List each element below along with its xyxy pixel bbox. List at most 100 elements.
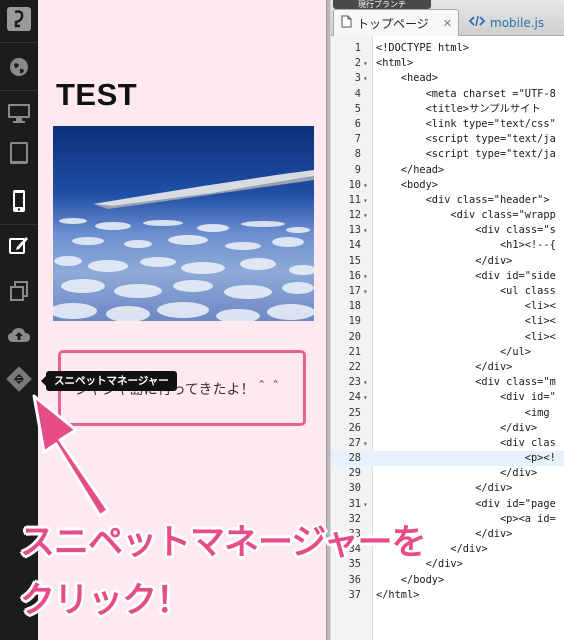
code-text: <!DOCTYPE html> bbox=[376, 42, 469, 54]
line-number: 10 bbox=[348, 178, 361, 191]
code-line[interactable]: 4 <meta charset ="UTF-8 bbox=[331, 87, 564, 102]
code-text: <li>< bbox=[376, 315, 556, 328]
code-text: <div class="wrapp bbox=[376, 209, 556, 222]
line-number: 8 bbox=[354, 148, 361, 161]
line-number: 7 bbox=[354, 133, 361, 146]
code-line[interactable]: 22 </div> bbox=[331, 360, 564, 375]
fold-toggle-icon[interactable]: ▾ bbox=[363, 269, 371, 284]
code-line[interactable]: 10 ▾ <body> bbox=[331, 178, 564, 193]
code-line[interactable]: 8 <script type="text/ja bbox=[331, 147, 564, 162]
code-line[interactable]: 19 <li>< bbox=[331, 314, 564, 329]
code-line[interactable]: 9 </head> bbox=[331, 163, 564, 178]
code-line[interactable]: 6 <link type="text/css" bbox=[331, 117, 564, 132]
pages-icon[interactable] bbox=[0, 272, 38, 310]
code-text: </div> bbox=[376, 467, 538, 480]
snippet-manager-icon[interactable] bbox=[0, 360, 38, 398]
fold-toggle-icon[interactable]: ▾ bbox=[363, 193, 371, 208]
code-line[interactable]: 20 <li>< bbox=[331, 330, 564, 345]
fold-toggle-icon[interactable]: ▾ bbox=[363, 71, 371, 86]
code-text: </body> bbox=[376, 573, 445, 586]
code-text: </div> bbox=[376, 421, 538, 434]
logo-icon[interactable] bbox=[0, 0, 38, 38]
code-line[interactable]: 7 <script type="text/ja bbox=[331, 132, 564, 147]
code-text: <div id=" bbox=[376, 391, 556, 404]
desktop-icon[interactable] bbox=[0, 94, 38, 132]
fold-toggle-icon[interactable]: ▾ bbox=[363, 178, 371, 193]
code-text: </head> bbox=[376, 163, 445, 176]
code-text: <html> bbox=[376, 57, 414, 70]
snippet-manager-tooltip: スニペットマネージャー bbox=[41, 371, 177, 391]
tab-top-page[interactable]: トップページ ✕ bbox=[333, 9, 459, 36]
code-line[interactable]: 28 <p><! bbox=[331, 451, 564, 467]
code-line[interactable]: 31 ▾ <div id="page bbox=[331, 497, 564, 512]
line-number: 18 bbox=[348, 300, 361, 313]
code-line[interactable]: 30 </div> bbox=[331, 481, 564, 496]
code-text: <div class="header"> bbox=[376, 193, 550, 206]
airplane-wing-photo bbox=[53, 126, 314, 321]
code-line[interactable]: 16 ▾ <div id="side bbox=[331, 269, 564, 284]
code-line[interactable]: 27 ▾ <div clas bbox=[331, 436, 564, 451]
code-line[interactable]: 3 ▾ <head> bbox=[331, 71, 564, 86]
edit-icon[interactable] bbox=[0, 226, 38, 264]
code-text: <head> bbox=[376, 72, 438, 85]
code-line[interactable]: 17 ▾ <ul class bbox=[331, 284, 564, 299]
tab-mobile-js[interactable]: mobile.js bbox=[465, 9, 564, 36]
code-line[interactable]: 13 ▾ <div class="s bbox=[331, 223, 564, 238]
code-line[interactable]: 23 ▾ <div class="m bbox=[331, 375, 564, 390]
code-text: <div clas bbox=[376, 436, 556, 449]
code-line[interactable]: 5 <title>サンプルサイト bbox=[331, 102, 564, 117]
code-line[interactable]: 26 </div> bbox=[331, 421, 564, 436]
fold-toggle-icon[interactable]: ▾ bbox=[363, 436, 371, 451]
line-number: 36 bbox=[348, 573, 361, 586]
editor-tab-strip: 現行ブランチ トップページ ✕ mobile.js bbox=[331, 0, 564, 36]
code-text: <link type="text/css" bbox=[376, 117, 556, 130]
code-line[interactable]: 21 </ul> bbox=[331, 345, 564, 360]
code-text: <script type="text/ja bbox=[376, 133, 556, 146]
line-number: 6 bbox=[354, 117, 361, 130]
line-number: 15 bbox=[348, 254, 361, 267]
fold-toggle-icon[interactable]: ▾ bbox=[363, 208, 371, 223]
code-line[interactable]: 29 </div> bbox=[331, 466, 564, 481]
line-number: 26 bbox=[348, 421, 361, 434]
code-line[interactable]: 25 <img bbox=[331, 406, 564, 421]
code-line[interactable]: 24 ▾ <div id=" bbox=[331, 390, 564, 405]
code-line[interactable]: 36 </body> bbox=[331, 573, 564, 588]
fold-toggle-icon[interactable]: ▾ bbox=[363, 390, 371, 405]
fold-toggle-icon[interactable]: ▾ bbox=[363, 223, 371, 238]
file-icon bbox=[341, 15, 352, 31]
code-text: <div class="m bbox=[376, 376, 556, 389]
code-line[interactable]: 14 <h1><!--{ bbox=[331, 238, 564, 253]
smartphone-icon[interactable] bbox=[0, 182, 38, 220]
code-text: <h1><!--{ bbox=[376, 239, 556, 252]
code-line[interactable]: 12 ▾ <div class="wrapp bbox=[331, 208, 564, 223]
code-line[interactable]: 1 <!DOCTYPE html> bbox=[331, 41, 564, 56]
close-icon[interactable]: ✕ bbox=[443, 17, 452, 30]
code-text: <li>< bbox=[376, 330, 556, 343]
tablet-icon[interactable] bbox=[0, 134, 38, 172]
line-number: 14 bbox=[348, 239, 361, 252]
code-line[interactable]: 37 </html> bbox=[331, 588, 564, 603]
fold-toggle-icon[interactable]: ▾ bbox=[363, 375, 371, 390]
code-line[interactable]: 15 </div> bbox=[331, 254, 564, 269]
line-number: 37 bbox=[348, 588, 361, 601]
code-line[interactable]: 18 <li>< bbox=[331, 299, 564, 314]
fold-toggle-icon[interactable]: ▾ bbox=[363, 284, 371, 299]
line-number: 28 bbox=[348, 452, 361, 465]
code-text: <body> bbox=[376, 178, 438, 191]
line-number: 29 bbox=[348, 467, 361, 480]
line-number: 21 bbox=[348, 345, 361, 358]
fold-toggle-icon[interactable]: ▾ bbox=[363, 497, 371, 512]
annotation-text-line2: クリック！ bbox=[20, 581, 191, 621]
preview-title: TEST bbox=[56, 77, 138, 112]
code-text: </html> bbox=[376, 588, 420, 601]
tab-mobile-js-label: mobile.js bbox=[490, 15, 545, 30]
code-text: <div id="side bbox=[376, 269, 556, 282]
code-text: <script type="text/ja bbox=[376, 148, 556, 161]
globe-icon[interactable] bbox=[0, 48, 38, 86]
line-number: 22 bbox=[348, 360, 361, 373]
code-text: </div> bbox=[376, 254, 513, 267]
code-line[interactable]: 11 ▾ <div class="header"> bbox=[331, 193, 564, 208]
cloud-upload-icon[interactable] bbox=[0, 316, 38, 354]
code-line[interactable]: 2 ▾ <html> bbox=[331, 56, 564, 71]
fold-toggle-icon[interactable]: ▾ bbox=[363, 56, 371, 71]
